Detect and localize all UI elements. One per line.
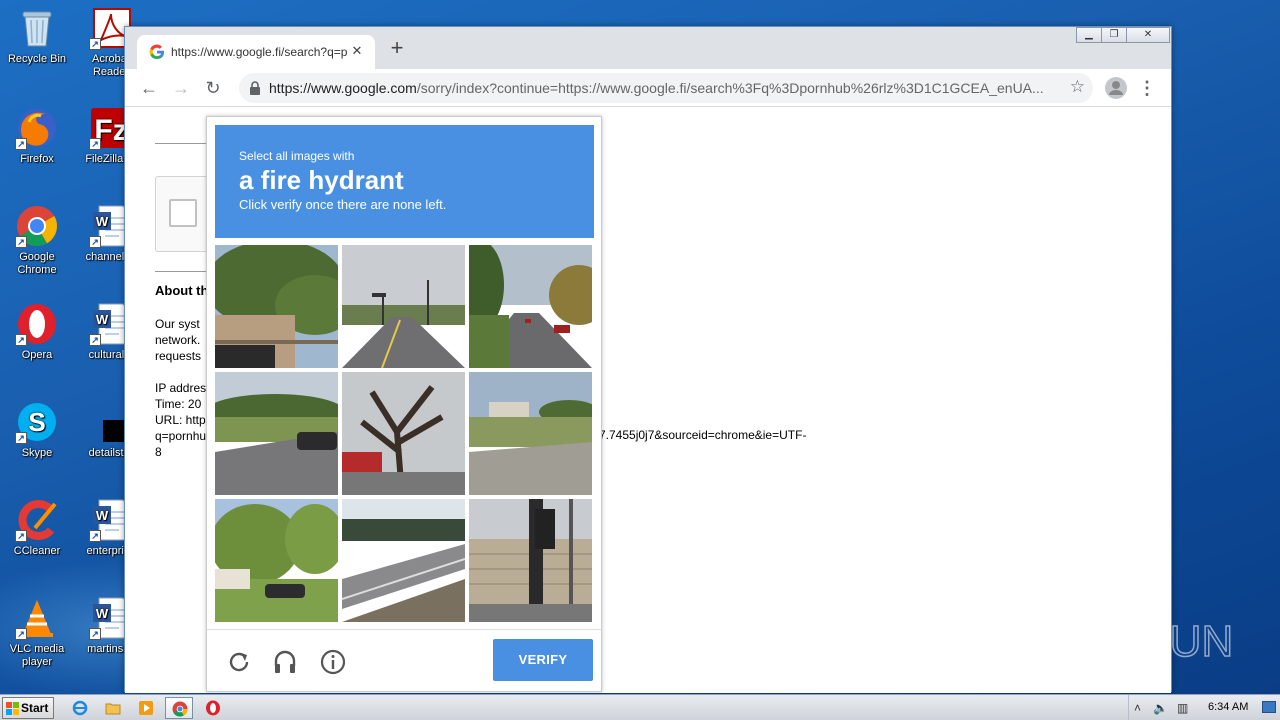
challenge-footer: VERIFY [207,629,601,693]
shortcut-arrow-icon: ↗ [89,38,101,50]
request-url-tail: 7.7455j0j7&sourceid=chrome&ie=UTF- [599,428,807,442]
reload-icon[interactable]: ↻ [201,77,225,101]
profile-avatar-icon[interactable] [1105,77,1127,99]
shortcut-arrow-icon: ↗ [89,530,101,542]
shortcut-arrow-icon: ↗ [89,236,101,248]
svg-text:W: W [96,214,109,229]
clock[interactable]: 6:34 AM [1208,701,1248,713]
show-desktop-button[interactable] [1262,701,1276,713]
opera-icon: ↗ [15,302,59,346]
taskbar-explorer[interactable] [99,697,127,719]
desktop-icon-firefox[interactable]: ↗ Firefox [0,106,74,166]
chrome-icon: ↗ [15,204,59,248]
desktop-icon-ccleaner[interactable]: ↗ CCleaner [0,498,74,558]
verify-button[interactable]: VERIFY [493,639,593,681]
taskbar-ie[interactable] [66,697,94,719]
media-player-icon [139,701,153,715]
back-arrow-icon[interactable]: ← [137,77,161,101]
start-button[interactable]: Start [2,697,54,719]
tab-google-search[interactable]: https://www.google.fi/search?q=po ✕ [137,35,375,69]
google-favicon-icon [149,44,164,60]
svg-text:S: S [28,407,45,437]
desktop-icon-chrome[interactable]: ↗ Google Chrome [0,204,74,277]
bookmark-star-icon[interactable]: ☆ [1070,77,1085,97]
image-tile[interactable] [469,372,592,495]
challenge-target: a fire hydrant [239,165,404,195]
tab-close-icon[interactable]: ✕ [349,43,365,59]
volume-icon[interactable]: 🔈 [1153,701,1168,715]
shortcut-arrow-icon: ↗ [15,628,27,640]
vlc-icon: ↗ [15,596,59,640]
browser-toolbar: ← → ↻ https://www.google.com/sorry/index… [125,69,1171,107]
forward-arrow-icon[interactable]: → [169,77,193,101]
menu-kebab-icon[interactable]: ⋮ [1135,77,1159,101]
system-tray [1128,695,1280,720]
reload-challenge-icon[interactable] [225,648,253,676]
svg-text:ANY RUN: ANY RUN [1036,617,1233,666]
minimize-button[interactable]: ▁ [1076,27,1102,43]
shortcut-arrow-icon: ↗ [15,530,27,542]
address-bar[interactable]: https://www.google.com/sorry/index?conti… [239,73,1093,103]
new-tab-icon[interactable]: + [387,37,407,59]
svg-text:W: W [96,312,109,327]
desktop-icon-skype[interactable]: S ↗ Skype [0,400,74,460]
challenge-instruction: Select all images with [239,149,355,163]
skype-icon: S ↗ [15,400,59,444]
image-tile[interactable] [469,499,592,622]
tab-title: https://www.google.fi/search?q=po [171,45,347,59]
shortcut-arrow-icon: ↗ [15,432,27,444]
image-tile[interactable] [342,245,465,368]
tray-expand-icon[interactable]: ˄ [1134,701,1141,715]
windows-flag-icon [6,702,19,715]
anyrun-watermark: ANY RUN [1035,610,1236,670]
opera-icon [206,700,220,716]
network-icon[interactable]: ▥ [1177,701,1188,715]
image-tile[interactable] [342,372,465,495]
url-text: https://www.google.com/sorry/index?conti… [269,80,1055,96]
image-tile[interactable] [215,372,338,495]
shortcut-arrow-icon: ↗ [89,138,101,150]
about-heading: About th [155,283,209,298]
desktop-icon-vlc[interactable]: ↗ VLC media player [0,596,74,669]
taskbar-media-player[interactable] [132,697,160,719]
shortcut-arrow-icon: ↗ [15,334,27,346]
challenge-header: Select all images with a fire hydrant Cl… [215,125,594,238]
url-path: /sorry/index?continue=https://www.google… [416,80,1044,96]
shortcut-arrow-icon: ↗ [15,138,27,150]
image-tile[interactable] [342,499,465,622]
ccleaner-icon: ↗ [15,498,59,542]
svg-text:W: W [96,508,109,523]
tab-strip: https://www.google.fi/search?q=po ✕ + ▁ … [125,27,1171,69]
image-grid [215,245,593,623]
recycle-bin-icon [15,6,59,50]
image-tile[interactable] [215,245,338,368]
audio-challenge-icon[interactable] [271,648,299,676]
restore-button[interactable]: ❐ [1101,27,1127,43]
shortcut-arrow-icon: ↗ [15,236,27,248]
chrome-icon [172,701,188,717]
url-domain: https://www.google.com [269,80,417,96]
svg-text:W: W [96,606,109,621]
taskbar-chrome[interactable] [165,697,193,719]
lock-icon [250,81,260,95]
desktop-icon-recycle-bin[interactable]: Recycle Bin [0,6,74,66]
taskbar: Start ˄ 🔈 ▥ 6:34 AM [0,694,1280,720]
shortcut-arrow-icon: ↗ [89,334,101,346]
close-window-button[interactable]: ✕ [1126,27,1170,43]
recaptcha-challenge: Select all images with a fire hydrant Cl… [206,116,602,692]
desktop-icon-opera[interactable]: ↗ Opera [0,302,74,362]
recaptcha-checkbox[interactable] [169,199,197,227]
internet-explorer-icon [72,700,88,716]
image-tile[interactable] [215,499,338,622]
folder-icon [105,703,121,715]
firefox-icon: ↗ [15,106,59,150]
taskbar-opera[interactable] [199,697,227,719]
challenge-hint: Click verify once there are none left. [239,197,447,212]
shortcut-arrow-icon: ↗ [89,628,101,640]
info-icon[interactable] [319,648,347,676]
image-tile[interactable] [469,245,592,368]
